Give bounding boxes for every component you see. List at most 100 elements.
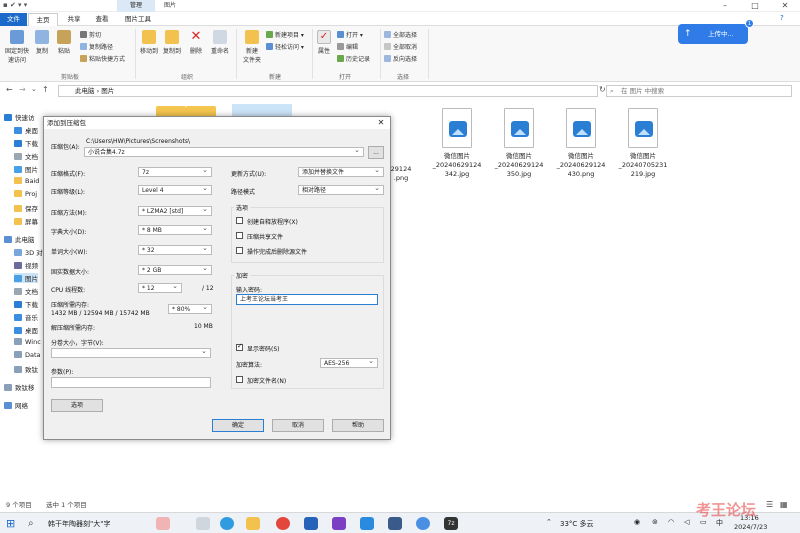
file-item[interactable]: 微信图片 _20240629124 430.png: [551, 108, 611, 179]
memory-percent-select[interactable]: * 80%: [168, 304, 212, 314]
help-button[interactable]: 帮助: [332, 419, 384, 432]
shared-files-checkbox[interactable]: [236, 232, 243, 239]
help-icon[interactable]: ?: [780, 14, 784, 22]
paste-button[interactable]: 粘贴: [55, 30, 73, 55]
details-view-icon[interactable]: ☰: [766, 498, 773, 512]
nav-item[interactable]: 音乐: [14, 312, 38, 322]
up-arrow-icon[interactable]: ↑: [42, 85, 49, 94]
file-item[interactable]: 微信图片 _20240629124 350.jpg: [489, 108, 549, 179]
encrypt-names-checkbox[interactable]: [236, 376, 243, 383]
chrome-icon[interactable]: [276, 517, 290, 530]
move-to-button[interactable]: 移动到: [139, 30, 159, 55]
wifi-icon[interactable]: ◠: [668, 518, 674, 526]
nav-item[interactable]: 下载: [14, 299, 38, 309]
nav-item[interactable]: Winc: [14, 338, 41, 346]
new-folder-button[interactable]: 新建 文件夹: [240, 30, 264, 64]
news-headline[interactable]: 韩干年陶器刻"大"字: [48, 519, 110, 529]
file-item[interactable]: 微信图片 _20240629124 342.jpg: [427, 108, 487, 179]
pin-button[interactable]: 固定到快 速访问: [4, 30, 30, 64]
delete-after-checkbox[interactable]: [236, 247, 243, 254]
nav-item[interactable]: 下载: [14, 138, 38, 148]
tab-file[interactable]: 文件: [0, 13, 27, 26]
context-tab-manage[interactable]: 管理: [117, 0, 155, 12]
tab-share[interactable]: 共享: [62, 13, 86, 26]
nav-item[interactable]: 屏幕: [14, 216, 38, 226]
nav-item[interactable]: 3D 对: [14, 247, 43, 257]
tab-picture-tools[interactable]: 图片工具: [120, 13, 156, 26]
breadcrumb-root[interactable]: 此电脑: [75, 87, 95, 95]
new-item-button[interactable]: 新建项目 ▾: [266, 30, 304, 39]
search-icon[interactable]: ⌕: [28, 517, 42, 530]
forward-arrow-icon[interactable]: →: [19, 85, 26, 94]
tray-chevron-icon[interactable]: ⌃: [546, 518, 552, 526]
format-select[interactable]: 7z: [138, 167, 212, 177]
nav-item[interactable]: 快速访: [4, 112, 35, 122]
tray-app-icon[interactable]: ◉: [634, 518, 640, 526]
mail-icon[interactable]: [304, 517, 318, 530]
show-password-checkbox[interactable]: [236, 342, 243, 351]
baidu-netdisk-icon[interactable]: [416, 517, 430, 530]
nav-item[interactable]: 致钛移: [4, 382, 35, 392]
update-mode-select[interactable]: 添加并替换文件: [298, 167, 384, 177]
refresh-icon[interactable]: ↻: [599, 85, 606, 94]
edit-button[interactable]: 编辑: [337, 42, 358, 51]
tiles-view-icon[interactable]: ▦: [780, 498, 788, 512]
archive-name-combo[interactable]: 小说合集4.7z: [84, 147, 364, 157]
open-button[interactable]: 打开 ▾: [337, 30, 363, 39]
nav-item[interactable]: Data: [14, 351, 41, 359]
nav-item[interactable]: 桌面: [14, 325, 38, 335]
copy-button[interactable]: 复制: [33, 30, 51, 55]
tab-home[interactable]: 主页: [28, 13, 58, 26]
cancel-button[interactable]: 取消: [272, 419, 324, 432]
tab-view[interactable]: 查看: [90, 13, 114, 26]
sfx-checkbox[interactable]: [236, 217, 243, 224]
upload-progress-button[interactable]: ↑ 上传中...: [678, 24, 748, 44]
paste-shortcut-button[interactable]: 粘贴快捷方式: [80, 54, 125, 63]
ok-button[interactable]: 确定: [212, 419, 264, 432]
easy-access-button[interactable]: 轻松访问 ▾: [266, 42, 304, 51]
encryption-method-select[interactable]: AES-256: [320, 358, 378, 368]
start-icon[interactable]: ⊞: [6, 517, 20, 530]
browse-button[interactable]: ...: [368, 146, 384, 159]
task-view-icon[interactable]: [196, 517, 210, 530]
options-button[interactable]: 选项: [51, 399, 103, 412]
copy-to-button[interactable]: 复制到: [162, 30, 182, 55]
close-button[interactable]: ✕: [770, 0, 800, 12]
nav-item[interactable]: 致钛: [14, 364, 38, 374]
edge-icon[interactable]: [220, 517, 234, 530]
cpu-threads-select[interactable]: * 12: [138, 283, 182, 293]
history-button[interactable]: 历史记录: [337, 54, 370, 63]
rename-button[interactable]: 重命名: [209, 30, 231, 55]
nav-item[interactable]: 文档: [14, 286, 38, 296]
nav-item[interactable]: Proj: [14, 190, 37, 198]
volume-icon[interactable]: ◁: [684, 518, 689, 526]
nav-item[interactable]: 网络: [4, 400, 28, 410]
word-size-select[interactable]: * 32: [138, 245, 212, 255]
method-select[interactable]: * LZMA2 [std]: [138, 206, 212, 216]
split-volume-select[interactable]: [51, 348, 211, 358]
select-none-button[interactable]: 全部取消: [384, 42, 417, 51]
nav-item[interactable]: 桌面: [14, 125, 38, 135]
params-input[interactable]: [51, 377, 211, 388]
7zip-icon[interactable]: 7z: [444, 517, 458, 530]
nav-item[interactable]: 此电脑: [4, 234, 35, 244]
nav-item[interactable]: 视频: [14, 260, 38, 270]
nav-item[interactable]: Baid: [14, 177, 39, 185]
path-mode-select[interactable]: 相对路径: [298, 185, 384, 195]
minimize-button[interactable]: –: [710, 0, 740, 12]
recent-chevron-icon[interactable]: ⌄: [31, 85, 37, 93]
breadcrumb-folder[interactable]: 图片: [101, 87, 114, 95]
level-select[interactable]: Level 4: [138, 185, 212, 195]
nav-item[interactable]: 图片: [14, 164, 38, 174]
visual-studio-icon[interactable]: [332, 517, 346, 530]
nav-item-selected[interactable]: 图片: [14, 273, 38, 283]
network-icon[interactable]: ⊚: [652, 518, 658, 526]
feishu-icon[interactable]: [360, 517, 374, 530]
dialog-close-icon[interactable]: ✕: [374, 117, 388, 129]
search-input[interactable]: ⌕ 在 图片 中搜索: [606, 85, 792, 97]
clock-date[interactable]: 2024/7/23: [734, 523, 767, 531]
quick-access-toolbar[interactable]: ▪ ✔ ▾ ▾: [3, 1, 27, 9]
file-explorer-icon[interactable]: [246, 517, 260, 530]
nav-item[interactable]: 保存: [14, 203, 38, 213]
cut-button[interactable]: 剪切: [80, 30, 101, 39]
